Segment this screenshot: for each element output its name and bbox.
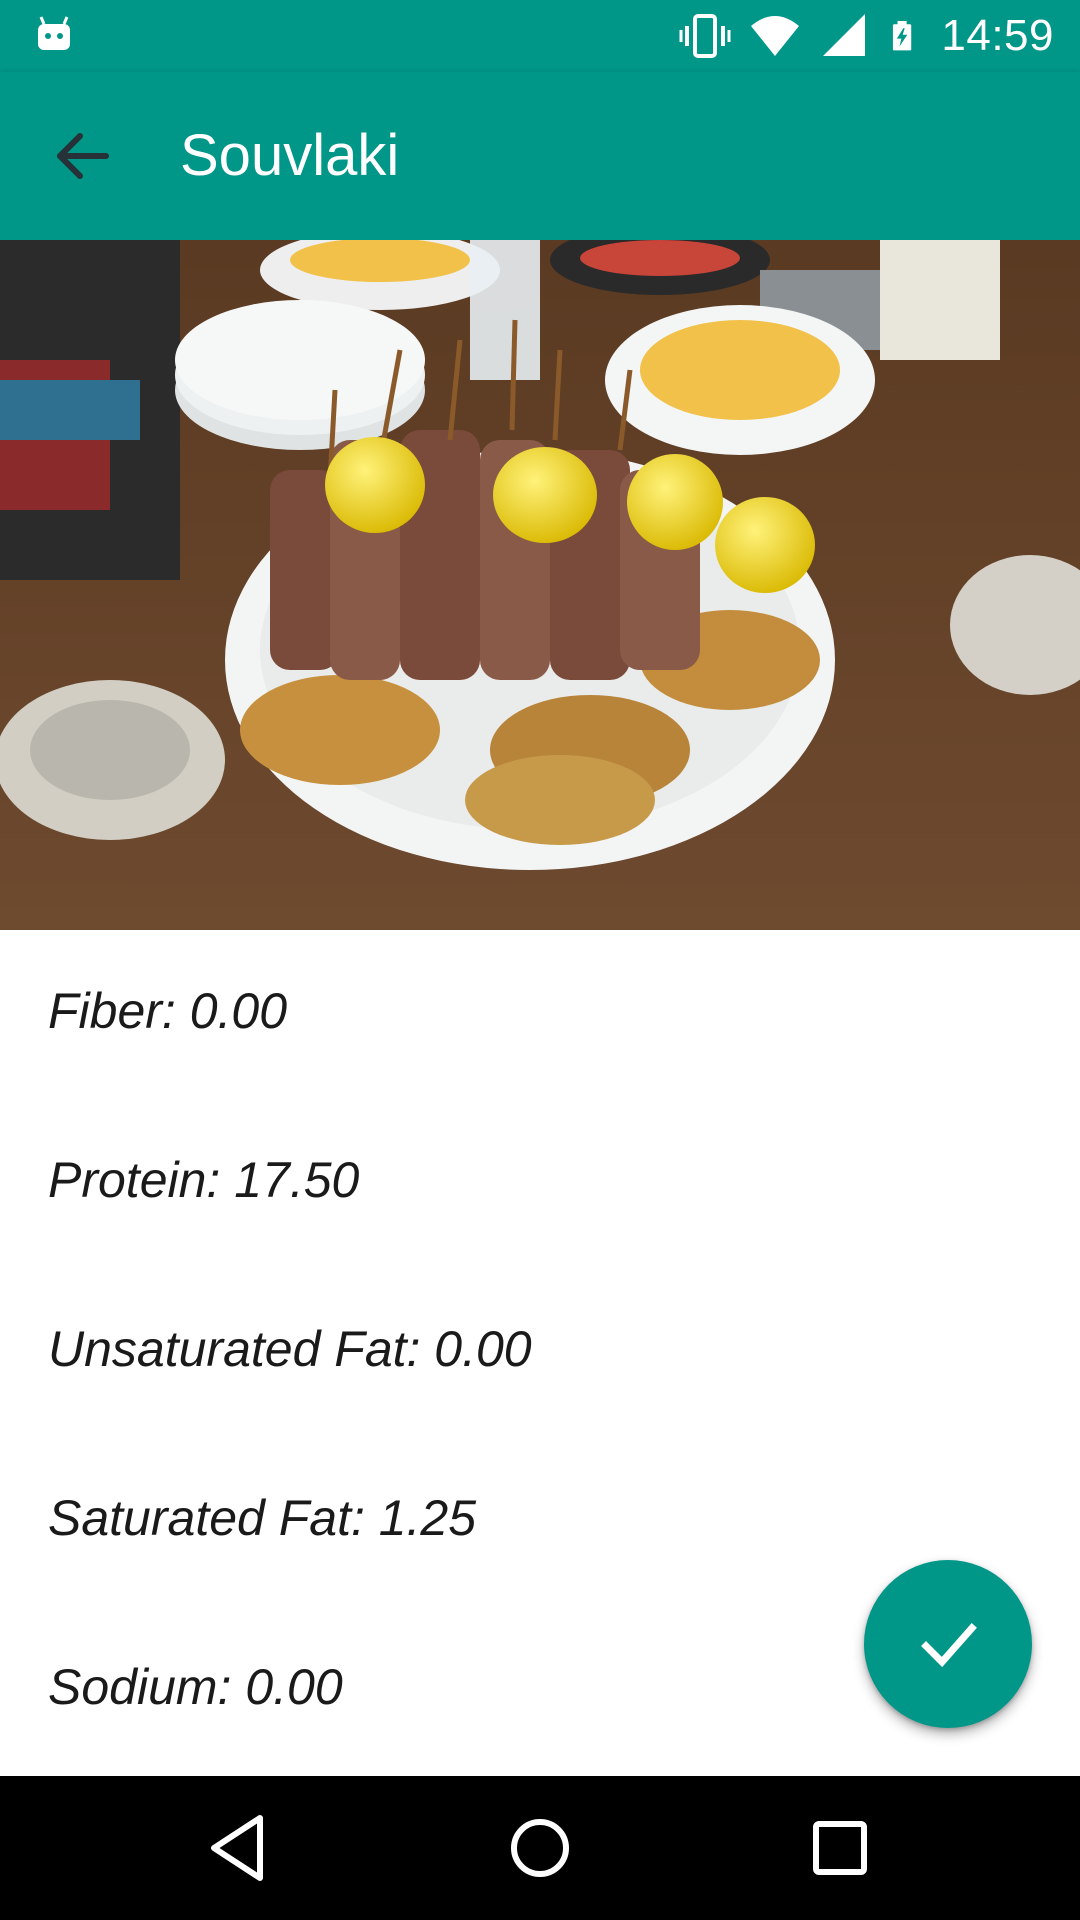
recents-square-icon[interactable] xyxy=(800,1808,880,1888)
status-time: 14:59 xyxy=(941,11,1054,60)
wifi-icon xyxy=(751,16,800,56)
confirm-button[interactable] xyxy=(864,1560,1032,1728)
vibrate-icon xyxy=(679,14,731,58)
home-circle-icon[interactable] xyxy=(500,1808,580,1888)
arrow-back-icon[interactable] xyxy=(50,122,118,190)
nutrient-saturated-fat: Saturated Fat: 1.25 xyxy=(48,1490,477,1546)
page-title: Souvlaki xyxy=(180,123,400,188)
battery-charging-icon xyxy=(893,20,912,51)
check-icon xyxy=(921,1623,977,1668)
nutrient-fiber: Fiber: 0.00 xyxy=(48,983,288,1039)
app-bar: Souvlaki xyxy=(0,72,1080,240)
navigation-bar xyxy=(0,1776,1080,1920)
back-triangle-icon[interactable] xyxy=(200,1808,280,1888)
nutrient-unsaturated-fat: Unsaturated Fat: 0.00 xyxy=(48,1321,532,1377)
android-icon xyxy=(38,16,70,50)
nutrient-sodium: Sodium: 0.00 xyxy=(48,1659,343,1715)
status-bar: 14:59 xyxy=(0,0,1080,72)
nutrient-protein: Protein: 17.50 xyxy=(48,1152,360,1208)
food-photo xyxy=(0,240,1080,930)
signal-icon xyxy=(823,14,866,56)
